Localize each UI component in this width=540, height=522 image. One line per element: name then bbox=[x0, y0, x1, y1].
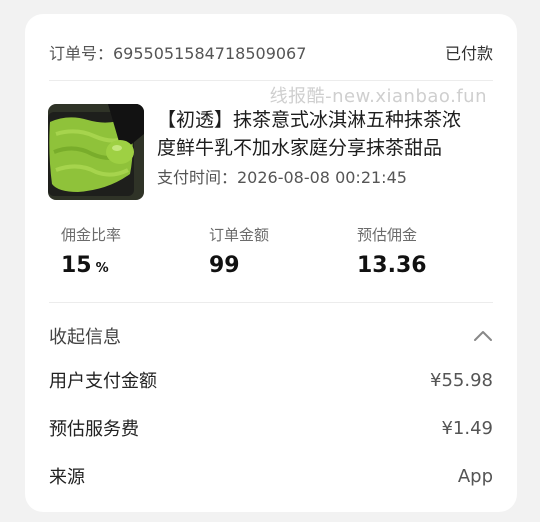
detail-key: 预估服务费 bbox=[49, 419, 139, 440]
product-title-line-2: 度鲜牛乳不加水家庭分享抹茶甜品 bbox=[157, 137, 443, 159]
stats-row: 佣金比率 15% 订单金额 99 预估佣金 13.36 bbox=[61, 224, 501, 284]
watermark: 线报酷-new.xianbao.fun bbox=[269, 86, 487, 107]
stat-commission-rate: 佣金比率 15% bbox=[61, 224, 121, 278]
detail-row-source: 来源 App bbox=[49, 463, 493, 489]
product-image[interactable] bbox=[48, 104, 144, 200]
stat-number: 15 bbox=[61, 253, 92, 278]
order-status: 已付款 bbox=[444, 44, 493, 63]
product-title-line-1: 【初透】抹茶意式冰淇淋五种抹茶浓 bbox=[157, 109, 462, 131]
chevron-up-icon[interactable] bbox=[473, 326, 493, 347]
order-card: 订单号：6955051584718509067 已付款 线报酷-new.xian… bbox=[25, 14, 517, 512]
product-title[interactable]: 【初透】抹茶意式冰淇淋五种抹茶浓 度鲜牛乳不加水家庭分享抹茶甜品 bbox=[157, 106, 497, 162]
stat-value: 13.36 bbox=[357, 253, 427, 278]
stat-unit: % bbox=[95, 261, 109, 276]
detail-key: 来源 bbox=[49, 467, 85, 488]
detail-value: ¥55.98 bbox=[430, 369, 493, 391]
order-header: 订单号：6955051584718509067 已付款 bbox=[49, 40, 493, 64]
stat-label: 预估佣金 bbox=[357, 226, 418, 244]
stat-order-amount: 订单金额 99 bbox=[209, 224, 269, 278]
matcha-ice-cream-image-icon bbox=[48, 104, 144, 200]
divider bbox=[49, 80, 493, 81]
detail-value: App bbox=[457, 465, 493, 487]
stat-label: 佣金比率 bbox=[61, 226, 122, 244]
detail-value: ¥1.49 bbox=[441, 417, 493, 439]
detail-row-user-payment: 用户支付金额 ¥55.98 bbox=[49, 367, 493, 393]
stat-value: 99 bbox=[209, 253, 269, 278]
detail-key: 用户支付金额 bbox=[49, 371, 157, 392]
pay-time: 支付时间：2026-08-08 00:21:45 bbox=[157, 168, 407, 187]
collapse-label: 收起信息 bbox=[49, 327, 121, 348]
stat-number: 13.36 bbox=[357, 253, 427, 278]
detail-row-service-fee: 预估服务费 ¥1.49 bbox=[49, 415, 493, 441]
stat-value: 15% bbox=[61, 253, 121, 278]
order-number: 订单号：6955051584718509067 bbox=[49, 44, 307, 63]
stat-number: 99 bbox=[209, 253, 240, 278]
collapse-info-toggle[interactable]: 收起信息 bbox=[49, 323, 493, 349]
stat-label: 订单金额 bbox=[209, 226, 270, 244]
divider bbox=[49, 302, 493, 303]
stat-estimated-commission: 预估佣金 13.36 bbox=[357, 224, 427, 278]
